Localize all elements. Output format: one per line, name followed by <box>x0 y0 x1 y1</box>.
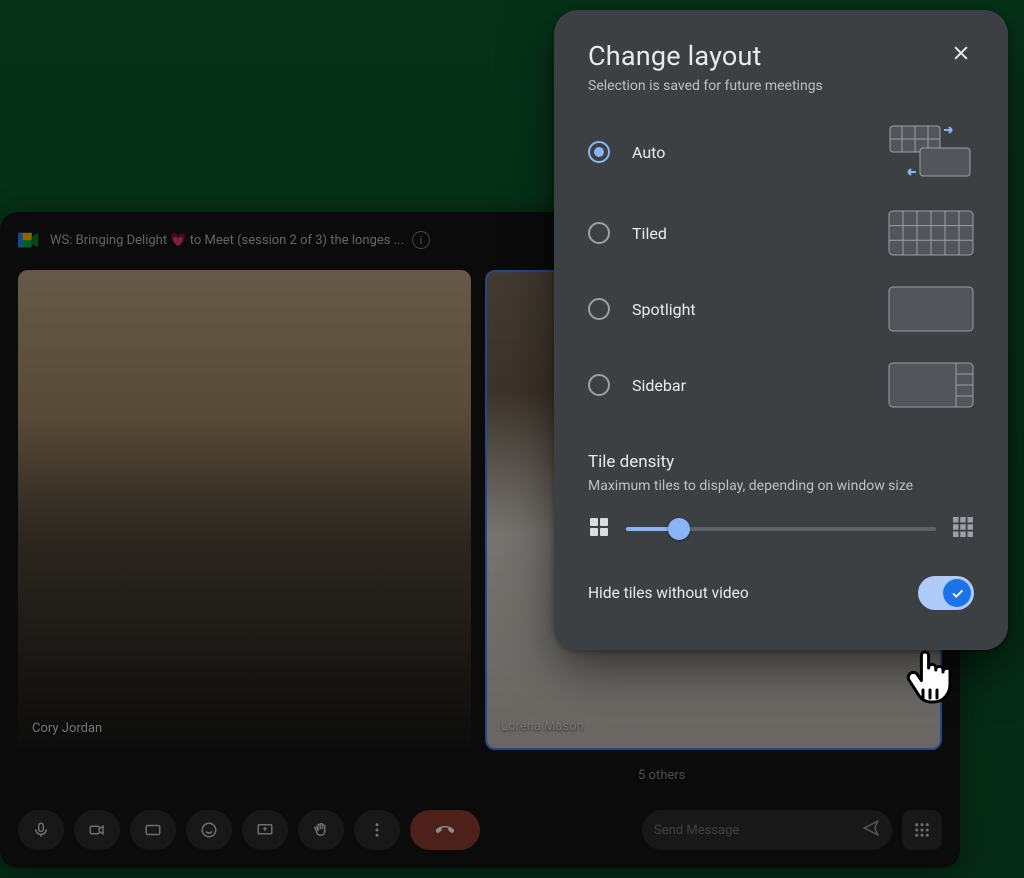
radio-icon <box>588 374 610 396</box>
tile-density-slider-row <box>588 516 974 542</box>
change-layout-dialog: Change layout Selection is saved for fut… <box>554 10 1008 650</box>
hide-tiles-label: Hide tiles without video <box>588 584 749 602</box>
others-count[interactable]: 5 others <box>18 768 942 783</box>
send-message-field[interactable] <box>642 810 892 850</box>
radio-icon <box>588 141 610 163</box>
tiled-thumbnail-icon <box>888 210 974 256</box>
layout-option-tiled[interactable]: Tiled <box>588 210 974 256</box>
sidebar-thumbnail-icon <box>888 362 974 408</box>
layout-option-sidebar[interactable]: Sidebar <box>588 362 974 408</box>
message-input[interactable] <box>654 823 852 838</box>
mic-button[interactable] <box>18 810 64 850</box>
grid-large-icon <box>952 516 974 542</box>
video-tile[interactable]: Cory Jordan <box>18 270 471 750</box>
meeting-title: WS: Bringing Delight 💗 to Meet (session … <box>50 233 404 248</box>
hangup-button[interactable] <box>410 810 480 850</box>
spotlight-thumbnail-icon <box>888 286 974 332</box>
grid-small-icon <box>588 516 610 542</box>
dialog-title: Change layout <box>588 40 823 72</box>
auto-thumbnail-icon <box>888 124 974 180</box>
option-label: Sidebar <box>632 376 686 395</box>
present-button[interactable] <box>242 810 288 850</box>
raise-hand-button[interactable] <box>298 810 344 850</box>
meet-logo-icon <box>18 231 40 249</box>
info-icon[interactable]: i <box>412 231 430 249</box>
dialog-subtitle: Selection is saved for future meetings <box>588 78 823 94</box>
option-label: Tiled <box>632 224 667 243</box>
tile-density-slider[interactable] <box>626 519 936 539</box>
participant-name: Lorena Mason <box>501 719 584 734</box>
send-icon[interactable] <box>862 819 880 841</box>
participant-name: Cory Jordan <box>32 721 102 736</box>
hide-tiles-toggle[interactable] <box>918 576 974 610</box>
tile-density-subtitle: Maximum tiles to display, depending on w… <box>588 478 974 494</box>
apps-grid-button[interactable] <box>902 810 942 850</box>
toggle-knob <box>943 579 971 607</box>
option-label: Auto <box>632 143 665 162</box>
layout-option-auto[interactable]: Auto <box>588 124 974 180</box>
reactions-button[interactable] <box>186 810 232 850</box>
meet-toolbar <box>18 810 942 850</box>
captions-button[interactable] <box>130 810 176 850</box>
radio-icon <box>588 222 610 244</box>
layout-options: Auto Tiled <box>588 124 974 408</box>
close-icon[interactable] <box>948 40 974 66</box>
more-options-button[interactable] <box>354 810 400 850</box>
layout-option-spotlight[interactable]: Spotlight <box>588 286 974 332</box>
option-label: Spotlight <box>632 300 696 319</box>
tile-density-title: Tile density <box>588 452 974 472</box>
camera-button[interactable] <box>74 810 120 850</box>
radio-icon <box>588 298 610 320</box>
